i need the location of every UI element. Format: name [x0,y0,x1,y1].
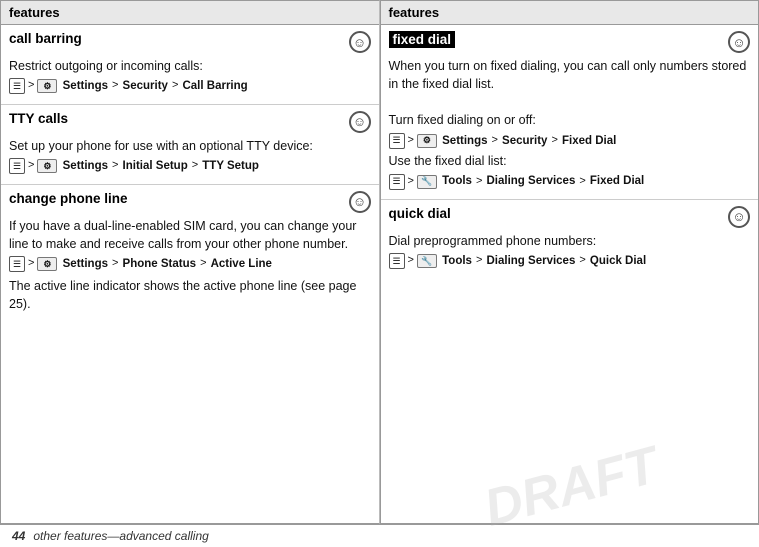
change-phone-line-accessibility-icon: ☺ [349,191,371,213]
tty-title: TTY calls [9,111,68,126]
fixed-dial-body: When you turn on fixed dialing, you can … [389,57,751,190]
fixed-dial-nav-label2: Fixed Dial [590,173,644,190]
security-label-1: Security [123,78,168,95]
fixed-dial-accessibility-icon: ☺ [728,31,750,53]
tty-calls-section: TTY calls ☺ Set up your phone for use wi… [1,105,379,185]
call-barring-desc: Restrict outgoing or incoming calls: [9,59,203,73]
quick-dial-desc: Dial preprogrammed phone numbers: [389,234,597,248]
initial-setup-label: Initial Setup [123,158,188,175]
change-phone-line-body: If you have a dual-line-enabled SIM card… [9,217,371,313]
menu-icon-1: ☰ [9,78,25,94]
change-phone-line-extra: The active line indicator shows the acti… [9,277,371,313]
tty-title-row: TTY calls ☺ [9,111,371,133]
footer-text: other features—advanced calling [33,529,208,543]
left-col-header: features [1,1,379,25]
quick-dial-body: Dial preprogrammed phone numbers: ☰ > 🔧 … [389,232,751,270]
quick-dial-section: quick dial ☺ Dial preprogrammed phone nu… [381,200,759,279]
left-header-label: features [9,5,60,20]
menu-icon-6: ☰ [389,253,405,269]
fixed-dial-section: fixed dial ☺ When you turn on fixed dial… [381,25,759,200]
menu-icon-5: ☰ [389,174,405,190]
fixed-dial-nav-label: Fixed Dial [562,133,616,150]
call-barring-accessibility-icon: ☺ [349,31,371,53]
settings-label-4: Settings [439,133,488,150]
right-column: features fixed dial ☺ When you turn on f… [380,0,759,524]
change-phone-line-desc: If you have a dual-line-enabled SIM card… [9,219,356,251]
settings-icon-4: ⚙ [417,134,437,148]
left-column: features call barring ☺ Restrict outgoin… [0,0,380,524]
settings-label-1: Settings [59,78,108,95]
call-barring-body: Restrict outgoing or incoming calls: ☰ >… [9,57,371,95]
tools-label-1: Tools [439,173,472,190]
settings-icon-3: ⚙ [37,257,57,271]
call-barring-nav: ☰ > ⚙ Settings > Security > Call Barring [9,78,371,95]
security-label-2: Security [502,133,547,150]
settings-icon-1: ⚙ [37,79,57,93]
quick-dial-nav-label: Quick Dial [590,253,646,270]
content-area: features call barring ☺ Restrict outgoin… [0,0,759,524]
tty-nav: ☰ > ⚙ Settings > Initial Setup > TTY Set… [9,158,371,175]
quick-dial-title: quick dial [389,206,451,221]
page-wrapper: features call barring ☺ Restrict outgoin… [0,0,759,547]
settings-label-2: Settings [59,158,108,175]
active-line-label: Active Line [211,256,272,273]
dialing-services-label-1: Dialing Services [487,173,576,190]
right-header-label: features [389,5,440,20]
call-barring-title: call barring [9,31,82,46]
change-phone-line-title-row: change phone line ☺ [9,191,371,213]
call-barring-section: call barring ☺ Restrict outgoing or inco… [1,25,379,105]
settings-icon-2: ⚙ [37,159,57,173]
tty-desc: Set up your phone for use with an option… [9,139,313,153]
change-phone-line-section: change phone line ☺ If you have a dual-l… [1,185,379,319]
fixed-dial-toggle-desc: Turn fixed dialing on or off: [389,113,536,127]
footer: 44 other features—advanced calling [0,524,759,547]
tools-label-2: Tools [439,253,472,270]
fixed-dial-title-row: fixed dial ☺ [389,31,751,53]
tools-icon-1: 🔧 [417,175,437,189]
phone-status-label: Phone Status [123,256,196,273]
menu-icon-2: ☰ [9,158,25,174]
change-phone-line-nav: ☰ > ⚙ Settings > Phone Status > Active L… [9,256,371,273]
tty-accessibility-icon: ☺ [349,111,371,133]
fixed-dial-nav2: ☰ > 🔧 Tools > Dialing Services > Fixed D… [389,173,751,190]
menu-icon-3: ☰ [9,256,25,272]
fixed-dial-use-desc: Use the fixed dial list: [389,154,507,168]
call-barring-title-row: call barring ☺ [9,31,371,53]
tty-setup-label: TTY Setup [202,158,259,175]
quick-dial-title-row: quick dial ☺ [389,206,751,228]
fixed-dial-title: fixed dial [389,31,456,48]
tty-body: Set up your phone for use with an option… [9,137,371,175]
fixed-dial-nav1: ☰ > ⚙ Settings > Security > Fixed Dial [389,133,751,150]
fixed-dial-desc: When you turn on fixed dialing, you can … [389,59,747,91]
call-barring-label: Call Barring [182,78,247,95]
quick-dial-nav: ☰ > 🔧 Tools > Dialing Services > Quick D… [389,253,751,270]
menu-icon-4: ☰ [389,133,405,149]
tools-icon-2: 🔧 [417,254,437,268]
right-col-header: features [381,1,759,25]
dialing-services-label-2: Dialing Services [487,253,576,270]
settings-label-3: Settings [59,256,108,273]
quick-dial-accessibility-icon: ☺ [728,206,750,228]
change-phone-line-title: change phone line [9,191,128,206]
page-number: 44 [12,529,25,543]
